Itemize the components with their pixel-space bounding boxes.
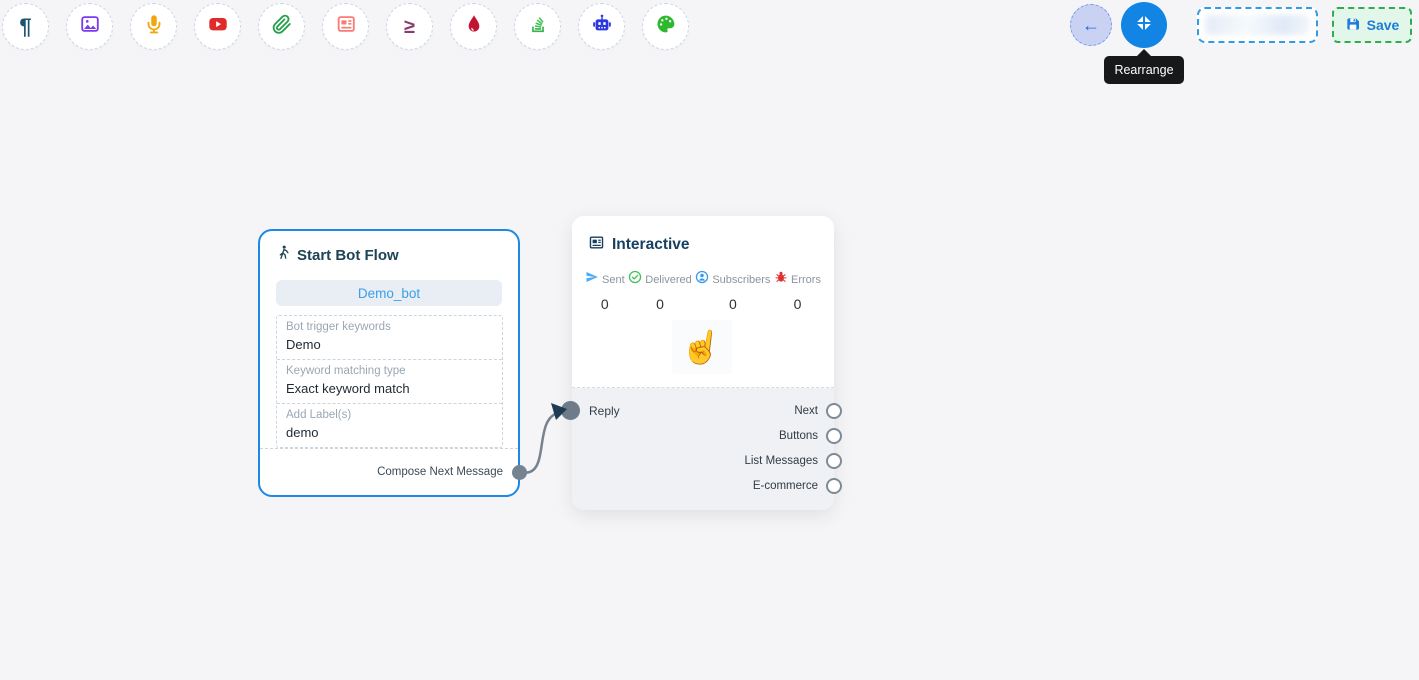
stat-subscribers: Subscribers 0 <box>695 270 770 312</box>
floppy-disk-icon <box>1345 16 1361 35</box>
output-label: Next <box>794 405 818 417</box>
stats-row: Sent 0 Delivered 0 Subscribers 0 <box>572 270 834 312</box>
toolbar-condition-button[interactable]: ≥ <box>386 3 433 50</box>
toolbar-interactive-button[interactable] <box>322 3 369 50</box>
field-value: Exact keyword match <box>286 381 493 396</box>
toolbar-text-button[interactable]: ¶ <box>2 3 49 50</box>
field-value: demo <box>286 425 493 440</box>
stat-value: 0 <box>794 296 802 312</box>
toolbar-video-button[interactable] <box>194 3 241 50</box>
reply-label: Reply <box>589 404 620 418</box>
output-label: E-commerce <box>753 480 818 492</box>
walking-person-icon <box>276 245 291 266</box>
stat-label: Delivered <box>645 274 691 286</box>
toolbar-audio-button[interactable] <box>130 3 177 50</box>
stat-sent: Sent 0 <box>585 270 625 312</box>
reply-input-socket[interactable] <box>561 401 580 420</box>
compose-output-socket[interactable] <box>512 465 527 480</box>
buttons-output-socket[interactable] <box>826 428 842 444</box>
newspaper-icon <box>335 13 357 40</box>
save-label: Save <box>1367 17 1400 33</box>
field-matching-type[interactable]: Keyword matching type Exact keyword matc… <box>277 359 502 403</box>
cursor-highlight: ☝ <box>672 320 732 374</box>
save-button[interactable]: Save <box>1332 7 1412 43</box>
paperclip-icon <box>271 13 293 40</box>
bot-name-field[interactable]: Demo_bot <box>276 280 502 306</box>
field-label: Keyword matching type <box>286 365 493 377</box>
next-output-socket[interactable] <box>826 403 842 419</box>
interactive-node-title: Interactive <box>612 236 690 254</box>
stat-errors: Errors 0 <box>774 270 821 312</box>
pilcrow-icon: ¶ <box>19 16 31 38</box>
newspaper-icon <box>588 234 605 256</box>
image-icon <box>79 13 101 40</box>
stat-value: 0 <box>656 296 664 312</box>
interactive-node-header: Interactive <box>572 216 834 256</box>
output-next[interactable]: Next <box>794 399 842 423</box>
arrow-left-icon: ← <box>1082 15 1100 36</box>
output-label: List Messages <box>744 455 818 467</box>
person-circle-icon <box>695 270 709 289</box>
output-label: Buttons <box>779 430 818 442</box>
flow-name-input[interactable] <box>1197 7 1318 43</box>
output-ecommerce[interactable]: E-commerce <box>753 474 842 498</box>
bug-icon <box>774 270 788 289</box>
tooltip-text: Rearrange <box>1114 63 1173 77</box>
start-node-header: Start Bot Flow <box>276 245 502 266</box>
stat-label: Errors <box>791 274 821 286</box>
hand-cursor-icon: ☝ <box>679 325 725 369</box>
start-bot-flow-node[interactable]: Start Bot Flow Demo_bot Bot trigger keyw… <box>258 229 520 497</box>
stat-delivered: Delivered 0 <box>628 270 691 312</box>
start-node-fields: Bot trigger keywords Demo Keyword matchi… <box>276 315 503 448</box>
stack-rays-icon <box>527 13 549 40</box>
tooltip-arrow <box>1136 41 1152 57</box>
output-list-messages[interactable]: List Messages <box>744 449 842 473</box>
interactive-node[interactable]: Interactive Sent 0 Delivered 0 <box>572 216 834 510</box>
stat-label: Subscribers <box>712 274 770 286</box>
ecommerce-output-socket[interactable] <box>826 478 842 494</box>
compose-next-message-row: Compose Next Message <box>260 448 518 495</box>
field-add-labels[interactable]: Add Label(s) demo <box>277 403 502 447</box>
palette-icon <box>655 13 677 40</box>
stat-label: Sent <box>602 274 625 286</box>
toolbar-file-button[interactable] <box>258 3 305 50</box>
back-button[interactable]: ← <box>1070 4 1112 46</box>
field-label: Add Label(s) <box>286 409 493 421</box>
microphone-icon <box>143 13 165 40</box>
toolbar-theme-button[interactable] <box>642 3 689 50</box>
bot-name-value: Demo_bot <box>358 286 420 301</box>
field-trigger-keywords[interactable]: Bot trigger keywords Demo <box>277 316 502 359</box>
interactive-node-body: Interactive Sent 0 Delivered 0 <box>572 216 834 388</box>
youtube-play-icon <box>207 13 229 40</box>
paper-plane-icon <box>585 270 599 289</box>
water-drop-icon <box>463 13 485 40</box>
toolbar-bot-button[interactable] <box>578 3 625 50</box>
connector-path <box>520 413 558 473</box>
check-circle-icon <box>628 270 642 289</box>
stat-value: 0 <box>729 296 737 312</box>
field-value: Demo <box>286 337 493 352</box>
element-toolbar: ¶ ≥ <box>2 3 689 50</box>
toolbar-image-button[interactable] <box>66 3 113 50</box>
toolbar-drip-button[interactable] <box>450 3 497 50</box>
output-buttons[interactable]: Buttons <box>779 424 842 448</box>
stat-value: 0 <box>601 296 609 312</box>
start-node-title: Start Bot Flow <box>297 247 399 264</box>
field-label: Bot trigger keywords <box>286 321 493 333</box>
rearrange-tooltip: Rearrange <box>1104 56 1184 84</box>
compose-next-message-label: Compose Next Message <box>377 466 503 478</box>
interactive-node-sockets: Reply Next Buttons List Messages E-comme… <box>572 388 834 510</box>
robot-icon <box>591 13 613 40</box>
list-messages-output-socket[interactable] <box>826 453 842 469</box>
blurred-text <box>1205 15 1310 35</box>
toolbar-sequence-button[interactable] <box>514 3 561 50</box>
greater-equal-icon: ≥ <box>404 17 415 37</box>
compress-arrows-icon <box>1134 13 1154 38</box>
